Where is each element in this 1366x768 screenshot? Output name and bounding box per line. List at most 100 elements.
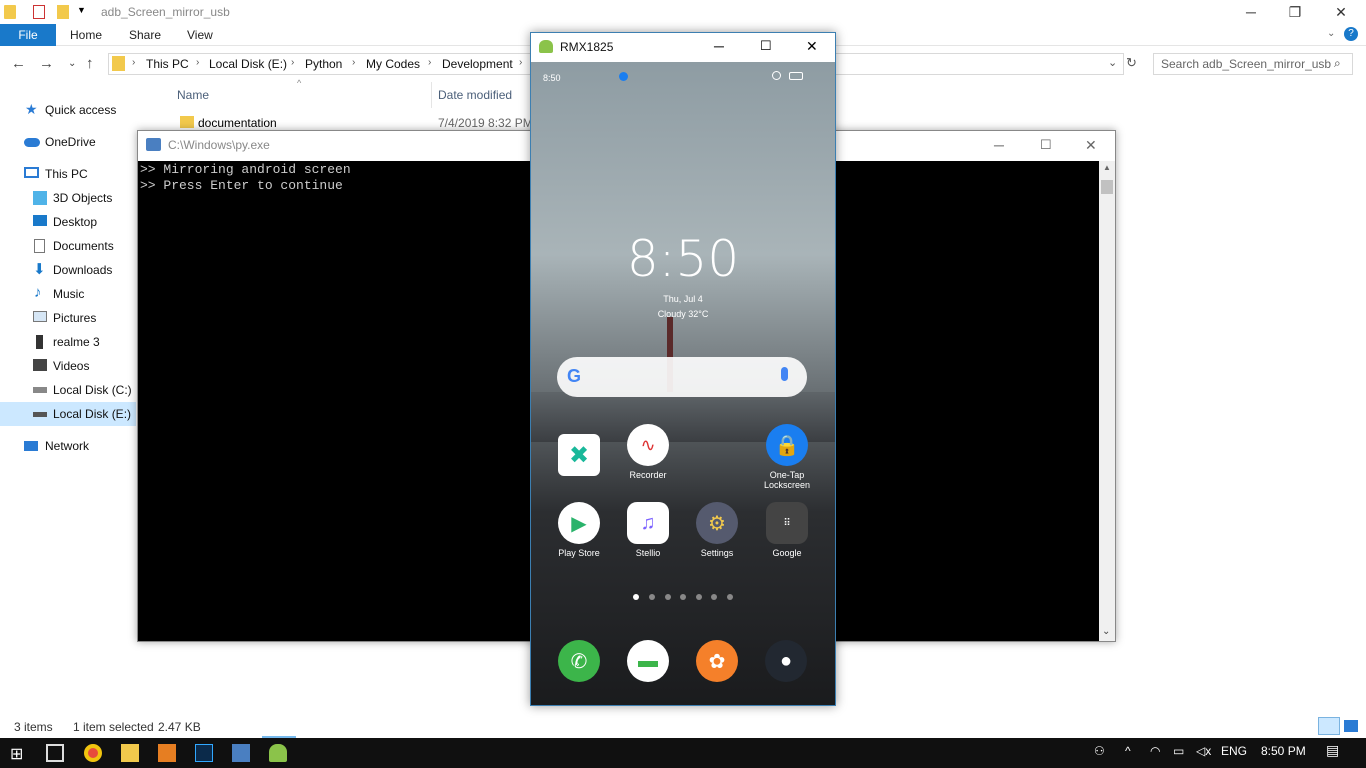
people-icon[interactable]: ⚇ — [1094, 744, 1105, 758]
minimize-icon[interactable]: ─ — [714, 38, 724, 54]
details-view-icon[interactable] — [1318, 717, 1340, 735]
column-divider[interactable] — [431, 82, 432, 108]
folder-icon: ⠿ — [766, 502, 808, 544]
sidebar-item-network[interactable]: Network — [0, 434, 158, 458]
sidebar-item-downloads[interactable]: ⬇ Downloads — [0, 258, 158, 282]
search-input[interactable]: Search adb_Screen_mirror_usb — [1153, 53, 1353, 75]
chrome-icon[interactable] — [84, 744, 102, 762]
breadcrumb-development[interactable]: Development — [442, 57, 513, 71]
photoshop-icon[interactable] — [195, 744, 213, 762]
page-indicator[interactable] — [665, 594, 671, 600]
sidebar-item-label: realme 3 — [53, 335, 100, 349]
app-stellio[interactable]: ♫ Stellio — [618, 502, 678, 558]
android-icon[interactable] — [269, 744, 287, 762]
microphone-icon[interactable] — [781, 367, 788, 381]
maximize-icon[interactable]: ☐ — [1040, 137, 1052, 153]
camera-icon[interactable]: ● — [765, 640, 807, 682]
windows-start-icon[interactable]: ⊞ — [10, 744, 28, 763]
document-icon — [34, 239, 45, 253]
scroll-down-icon[interactable]: ⌄ — [1102, 626, 1110, 637]
new-folder-icon[interactable] — [57, 5, 69, 19]
python-launcher-icon[interactable] — [232, 744, 250, 762]
sidebar-item-realme-3[interactable]: realme 3 — [0, 330, 158, 354]
page-indicator[interactable] — [680, 594, 686, 600]
breadcrumb-my-codes[interactable]: My Codes — [366, 57, 420, 71]
wifi-icon[interactable]: ◠ — [1150, 744, 1160, 758]
sidebar-item-music[interactable]: ♪ Music — [0, 282, 158, 306]
sidebar-item-3d-objects[interactable]: 3D Objects — [0, 186, 158, 210]
properties-icon[interactable] — [33, 5, 45, 19]
maximize-icon[interactable]: ❐ — [1272, 0, 1318, 24]
list-item[interactable]: documentation 7/4/2019 8:32 PM — [176, 112, 536, 132]
file-explorer-icon[interactable] — [121, 744, 139, 762]
search-icon[interactable]: ⌕ — [1334, 56, 1341, 71]
column-header-name[interactable]: Name — [177, 88, 209, 102]
recent-locations-icon[interactable]: ⌄ — [68, 58, 76, 69]
close-icon[interactable]: ✕ — [806, 38, 818, 55]
google-g-icon: G — [567, 366, 582, 386]
battery-icon[interactable]: ▭ — [1173, 744, 1184, 758]
tab-view[interactable]: View — [187, 28, 213, 42]
app-google-folder[interactable]: ⠿ Google — [757, 502, 817, 558]
sidebar-item-desktop[interactable]: Desktop — [0, 210, 158, 234]
phone-screen[interactable]: 8:50 8:50 Thu, Jul 4 Cloudy 32°C G ✖ ∿ R… — [531, 62, 835, 705]
taskbar-clock[interactable]: 8:50 PM — [1261, 744, 1306, 758]
breadcrumb-python[interactable]: Python — [305, 57, 342, 71]
google-search-bar[interactable]: G — [557, 357, 807, 397]
large-icons-view-icon[interactable] — [1344, 720, 1358, 732]
message-icon[interactable]: ▬ — [627, 640, 669, 682]
uc-browser-icon[interactable]: ✿ — [696, 640, 738, 682]
forward-icon[interactable]: → — [39, 55, 54, 72]
sidebar-item-videos[interactable]: Videos — [0, 354, 158, 378]
tab-file[interactable]: File — [0, 24, 56, 46]
scrollbar-thumb[interactable] — [1101, 180, 1113, 194]
folder-icon — [4, 5, 16, 19]
scroll-up-icon[interactable]: ▲ — [1103, 163, 1111, 172]
sidebar-item-this-pc[interactable]: This PC — [0, 162, 158, 186]
window-title: adb_Screen_mirror_usb — [101, 5, 230, 19]
close-icon[interactable]: ✕ — [1085, 137, 1097, 154]
up-icon[interactable]: ↑ — [86, 55, 94, 72]
quick-access-dropdown-icon[interactable]: ▼ — [77, 5, 86, 15]
language-indicator[interactable]: ENG — [1221, 744, 1247, 758]
maximize-icon[interactable]: ☐ — [760, 38, 772, 54]
sublime-text-icon[interactable] — [158, 744, 176, 762]
ribbon-expand-icon[interactable]: ⌄ — [1327, 28, 1335, 39]
console-line: >> Press Enter to continue — [140, 178, 343, 193]
sidebar-item-quick-access[interactable]: ★ Quick access — [0, 98, 158, 122]
sidebar-item-pictures[interactable]: Pictures — [0, 306, 158, 330]
page-indicator[interactable] — [711, 594, 717, 600]
breadcrumb-this-pc[interactable]: This PC — [146, 57, 189, 71]
page-indicator[interactable] — [696, 594, 702, 600]
address-dropdown-icon[interactable]: ⌄ — [1108, 56, 1117, 69]
app-recorder[interactable]: ∿ Recorder — [618, 424, 678, 480]
close-icon[interactable]: ✕ — [1318, 0, 1364, 24]
help-icon[interactable]: ? — [1344, 27, 1358, 41]
column-header-date[interactable]: Date modified — [438, 88, 512, 102]
sidebar-item-documents[interactable]: Documents — [0, 234, 158, 258]
sidebar-item-onedrive[interactable]: OneDrive — [0, 130, 158, 154]
task-view-icon[interactable] — [46, 744, 64, 762]
sidebar-item-local-disk-c[interactable]: Local Disk (C:) — [0, 378, 158, 402]
volume-muted-icon[interactable]: ◁x — [1196, 744, 1211, 758]
chevron-up-icon[interactable]: ^ — [1125, 744, 1131, 758]
sidebar-item-local-disk-e[interactable]: Local Disk (E:) — [0, 402, 136, 426]
app-settings[interactable]: ⚙ Settings — [687, 502, 747, 558]
console-scrollbar[interactable] — [1099, 161, 1115, 641]
refresh-icon[interactable]: ↻ — [1126, 55, 1137, 71]
page-indicator[interactable] — [727, 594, 733, 600]
page-indicator-active[interactable] — [633, 594, 639, 600]
phone-call-icon[interactable]: ✆ — [558, 640, 600, 682]
notifications-icon[interactable]: ▤ — [1326, 742, 1339, 759]
search-placeholder: Search adb_Screen_mirror_usb — [1161, 57, 1332, 71]
minimize-icon[interactable]: ─ — [1228, 0, 1274, 24]
app-one-tap-lockscreen[interactable]: 🔒 One-Tap Lockscreen — [757, 424, 817, 490]
app-icon[interactable]: ✖ — [549, 434, 609, 480]
minimize-icon[interactable]: ─ — [994, 137, 1004, 153]
tab-share[interactable]: Share — [129, 28, 161, 42]
back-icon[interactable]: ← — [11, 55, 26, 72]
breadcrumb-local-disk-e[interactable]: Local Disk (E:) — [209, 57, 287, 71]
page-indicator[interactable] — [649, 594, 655, 600]
tab-home[interactable]: Home — [70, 28, 102, 42]
app-play-store[interactable]: ▶ Play Store — [549, 502, 609, 558]
